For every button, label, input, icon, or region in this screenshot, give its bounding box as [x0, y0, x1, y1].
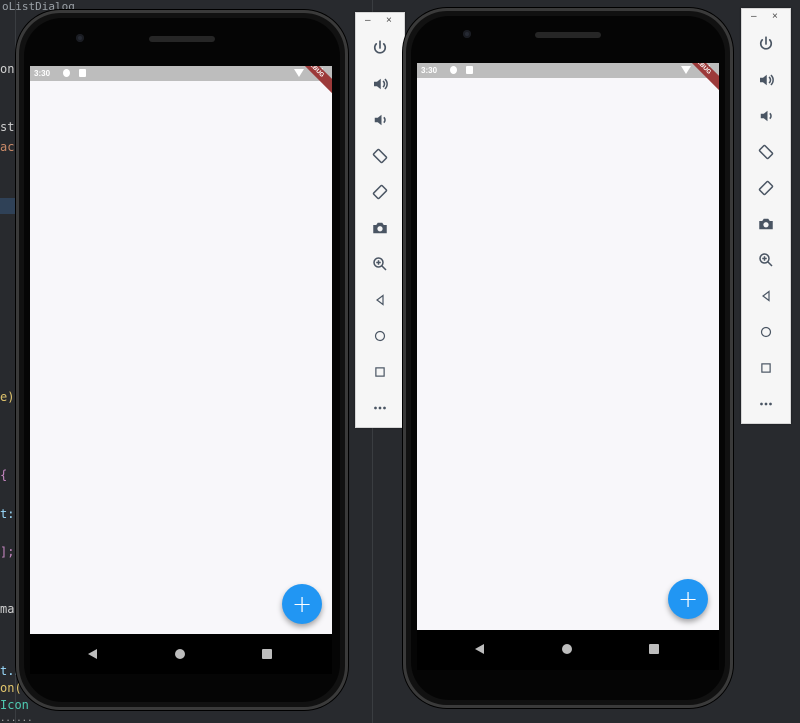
more-dots-icon [374, 406, 386, 410]
notification-icon [63, 69, 70, 77]
wifi-icon [294, 69, 304, 77]
front-camera-icon [463, 30, 471, 38]
ide-code: ac [0, 140, 15, 154]
home-nav-icon[interactable] [562, 644, 572, 654]
back-triangle-icon [376, 294, 384, 306]
back-button[interactable] [742, 281, 790, 311]
rotate-left-icon [758, 144, 774, 160]
status-bar: 3:30 DEBUG [30, 66, 332, 98]
home-button[interactable] [742, 317, 790, 347]
notification-icon [450, 66, 457, 74]
zoom-in-icon [759, 253, 773, 267]
recents-nav-icon[interactable] [649, 644, 659, 654]
close-button[interactable]: × [386, 15, 392, 26]
right-device-frame: 3:30 DEBUG + [403, 8, 733, 708]
back-nav-icon[interactable] [88, 649, 97, 659]
power-button[interactable] [742, 29, 790, 59]
overview-button[interactable] [356, 357, 404, 387]
right-emulator-toolbar: – × [741, 8, 791, 424]
zoom-button[interactable] [742, 245, 790, 275]
rotate-left-icon [372, 148, 388, 164]
home-circle-icon [760, 326, 772, 338]
home-button[interactable] [356, 321, 404, 351]
rotate-left-button[interactable] [356, 141, 404, 171]
ide-code: { [0, 468, 8, 482]
left-emulator-toolbar: – × [355, 12, 405, 428]
more-button[interactable] [742, 389, 790, 419]
earpiece-speaker [149, 36, 215, 42]
overview-square-icon [375, 367, 385, 377]
power-button[interactable] [356, 33, 404, 63]
rotate-right-button[interactable] [742, 173, 790, 203]
home-circle-icon [374, 330, 386, 342]
minimize-button[interactable]: – [751, 11, 757, 22]
status-time: 3:30 [34, 69, 51, 78]
back-button[interactable] [356, 285, 404, 315]
sd-card-icon [79, 69, 86, 77]
overview-square-icon [761, 363, 771, 373]
close-button[interactable]: × [772, 11, 778, 22]
power-icon [373, 40, 387, 54]
rotate-right-icon [372, 184, 388, 200]
volume-down-button[interactable] [356, 105, 404, 135]
ide-selection [0, 198, 16, 214]
minimize-button[interactable]: – [365, 15, 371, 26]
ide-code: t: [0, 507, 15, 521]
volume-up-icon [760, 74, 774, 86]
add-fab-button[interactable]: + [668, 579, 708, 619]
volume-up-icon [374, 78, 388, 90]
ide-code: ]; [0, 545, 15, 559]
screenshot-button[interactable] [742, 209, 790, 239]
camera-icon [759, 218, 773, 230]
add-fab-button[interactable]: + [282, 584, 322, 624]
zoom-button[interactable] [356, 249, 404, 279]
power-icon [759, 36, 773, 50]
screenshot-button[interactable] [356, 213, 404, 243]
front-camera-icon [76, 34, 84, 42]
back-nav-icon[interactable] [475, 644, 484, 654]
volume-up-button[interactable] [356, 69, 404, 99]
left-device-frame: 3:30 DEBUG + [16, 10, 348, 710]
rotate-right-icon [758, 180, 774, 196]
navigation-bar [417, 630, 719, 670]
zoom-in-icon [373, 257, 387, 271]
sd-card-icon [466, 66, 473, 74]
ide-bottom-text: ...... [0, 714, 33, 723]
back-triangle-icon [762, 290, 770, 302]
rotate-left-button[interactable] [742, 137, 790, 167]
ide-code: ma [0, 602, 15, 616]
volume-down-button[interactable] [742, 101, 790, 131]
earpiece-speaker [535, 32, 601, 38]
camera-icon [373, 222, 387, 234]
volume-down-icon [760, 110, 772, 122]
wifi-icon [681, 66, 691, 74]
more-button[interactable] [356, 393, 404, 423]
volume-down-icon [374, 114, 386, 126]
status-bar: 3:30 DEBUG [417, 63, 719, 95]
right-device-screen[interactable]: 3:30 DEBUG + [417, 63, 719, 630]
navigation-bar [30, 634, 332, 674]
ide-code: e) [0, 390, 15, 404]
home-nav-icon[interactable] [175, 649, 185, 659]
overview-button[interactable] [742, 353, 790, 383]
volume-up-button[interactable] [742, 65, 790, 95]
status-time: 3:30 [421, 66, 438, 75]
left-device-screen[interactable]: 3:30 DEBUG + [30, 66, 332, 634]
ide-code: Icon [0, 698, 29, 712]
more-dots-icon [760, 402, 772, 406]
rotate-right-button[interactable] [356, 177, 404, 207]
recents-nav-icon[interactable] [262, 649, 272, 659]
ide-code: on( [0, 681, 22, 695]
